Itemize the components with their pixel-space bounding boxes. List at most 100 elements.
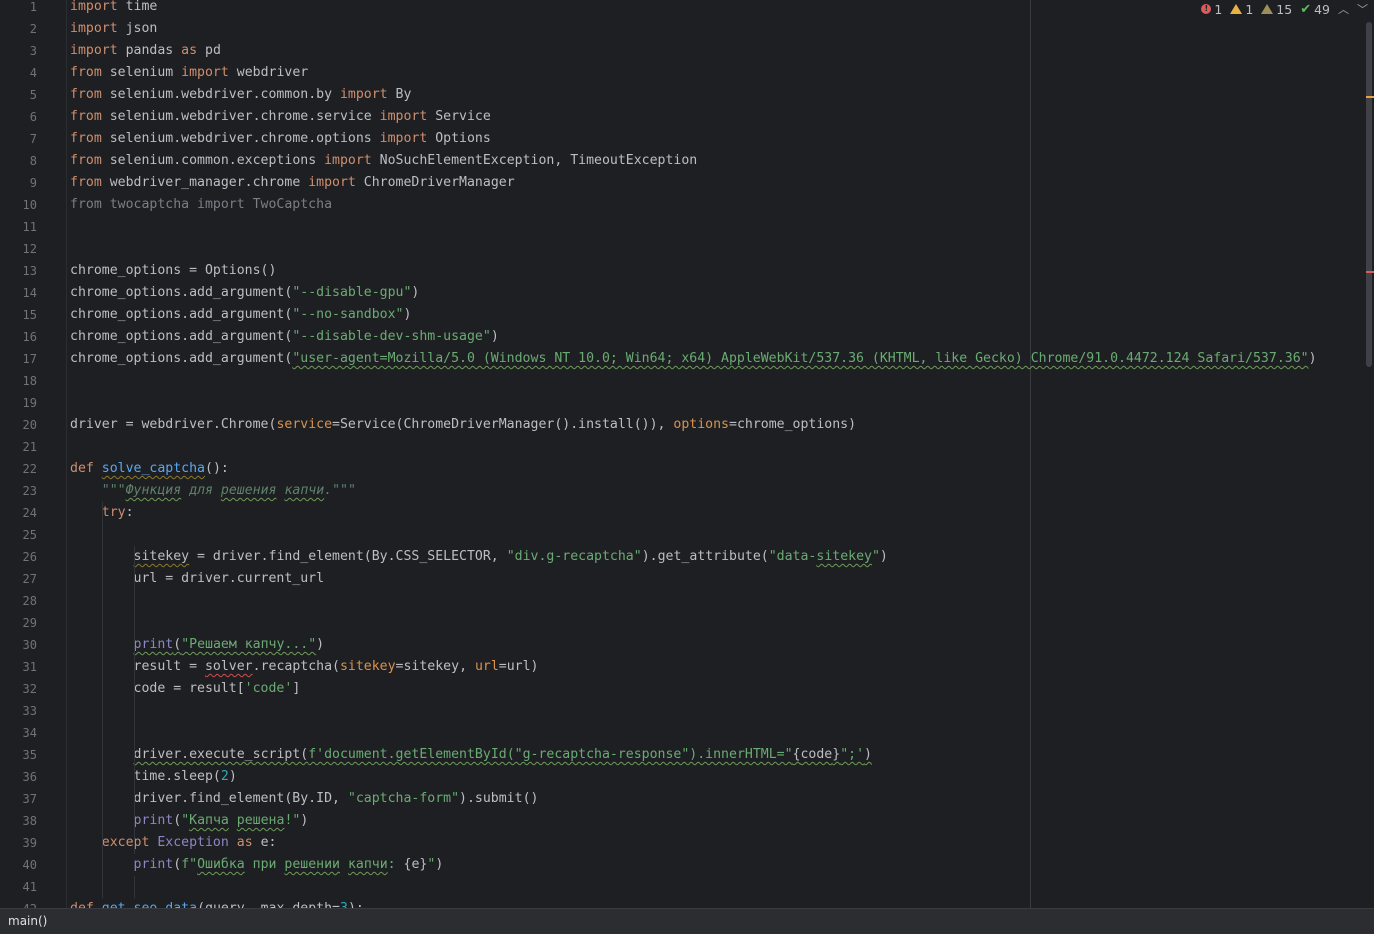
error-count[interactable]: ! 1 — [1201, 2, 1222, 17]
breadcrumb-function[interactable]: main() — [0, 914, 47, 928]
chevron-up-icon[interactable]: ︿ — [1338, 1, 1349, 17]
line-number[interactable]: 4 — [0, 62, 37, 84]
code-line[interactable]: from selenium.common.exceptions import N… — [70, 150, 697, 172]
code-line[interactable]: chrome_options = Options() — [70, 260, 276, 282]
line-number[interactable]: 19 — [0, 392, 37, 414]
line-number[interactable]: 34 — [0, 722, 37, 744]
line-number[interactable]: 3 — [0, 40, 37, 62]
code-editor[interactable]: 1 2 3 4 5 6 7 8 9 10 11 12 13 14 15 16 17 18 19 20 21 22 23 24 2… — [0, 0, 1374, 908]
code-line[interactable]: driver = webdriver.Chrome(service=Servic… — [70, 414, 856, 436]
code-token: Service — [427, 109, 491, 124]
warning-count[interactable]: 1 — [1230, 2, 1253, 17]
code-line[interactable]: from selenium.webdriver.chrome.options i… — [70, 128, 491, 150]
code-token: при — [244, 857, 285, 872]
code-line[interactable]: from selenium.webdriver.chrome.service i… — [70, 106, 491, 128]
code-token: ).submit() — [459, 791, 539, 806]
line-number[interactable]: 2 — [0, 18, 37, 40]
vertical-scrollbar[interactable] — [1366, 22, 1372, 367]
code-token: import — [308, 175, 356, 190]
code-line[interactable]: sitekey = driver.find_element(By.CSS_SEL… — [70, 546, 888, 568]
line-number[interactable]: 32 — [0, 678, 37, 700]
code-line[interactable]: import json — [70, 18, 157, 40]
line-number[interactable]: 35 — [0, 744, 37, 766]
line-number[interactable]: 10 — [0, 194, 37, 216]
code-line[interactable]: chrome_options.add_argument("user-agent=… — [70, 348, 1317, 370]
line-number[interactable]: 7 — [0, 128, 37, 150]
code-line[interactable]: from twocaptcha import TwoCaptcha — [70, 194, 332, 216]
line-number[interactable]: 23 — [0, 480, 37, 502]
code-line[interactable]: import pandas as pd — [70, 40, 221, 62]
line-number[interactable]: 31 — [0, 656, 37, 678]
line-number[interactable]: 8 — [0, 150, 37, 172]
line-number[interactable]: 24 — [0, 502, 37, 524]
line-number[interactable]: 9 — [0, 172, 37, 194]
code-line[interactable]: print(f"Ошибка при решении капчи: {e}") — [70, 854, 444, 876]
line-number[interactable]: 18 — [0, 370, 37, 392]
code-token: ( — [173, 857, 182, 872]
inspection-widget[interactable]: ! 1 1 15 ✔ 49 ︿ ﹀ — [1201, 0, 1368, 18]
line-number[interactable]: 12 — [0, 238, 37, 260]
line-number[interactable]: 16 — [0, 326, 37, 348]
line-number[interactable]: 17 — [0, 348, 37, 370]
code-token: options — [673, 417, 729, 432]
chevron-down-icon[interactable]: ﹀ — [1357, 1, 1368, 17]
code-line[interactable]: code = result['code'] — [70, 678, 301, 700]
code-line[interactable]: driver.find_element(By.ID, "captcha-form… — [70, 788, 539, 810]
code-line[interactable]: import time — [70, 0, 157, 18]
line-number[interactable]: 28 — [0, 590, 37, 612]
line-number[interactable]: 42 — [0, 898, 37, 908]
code-token: import — [70, 0, 118, 14]
error-marker[interactable] — [1366, 271, 1374, 273]
code-line[interactable]: driver.execute_script(f'document.getElem… — [70, 744, 872, 766]
line-number[interactable]: 39 — [0, 832, 37, 854]
line-number[interactable]: 40 — [0, 854, 37, 876]
code-token: Exception — [157, 835, 229, 850]
code-line[interactable]: from webdriver_manager.chrome import Chr… — [70, 172, 515, 194]
code-line[interactable]: chrome_options.add_argument("--disable-d… — [70, 326, 499, 348]
line-number[interactable]: 13 — [0, 260, 37, 282]
warning-marker[interactable] — [1366, 96, 1374, 98]
code-line[interactable]: print("Решаем капчу...") — [70, 634, 325, 656]
line-number[interactable]: 15 — [0, 304, 37, 326]
code-line[interactable]: except Exception as e: — [70, 832, 277, 854]
code-line[interactable]: url = driver.current_url — [70, 568, 325, 590]
warning-count-label: 1 — [1245, 1, 1254, 17]
code-line[interactable]: def solve_captcha(): — [70, 458, 229, 480]
line-number-gutter[interactable]: 1 2 3 4 5 6 7 8 9 10 11 12 13 14 15 16 17 18 19 20 21 22 23 24 2… — [0, 0, 60, 908]
line-number[interactable]: 41 — [0, 876, 37, 898]
line-number[interactable]: 36 — [0, 766, 37, 788]
line-number[interactable]: 37 — [0, 788, 37, 810]
line-number[interactable]: 6 — [0, 106, 37, 128]
code-line[interactable]: from selenium.webdriver.common.by import… — [70, 84, 411, 106]
code-token: selenium — [101, 65, 182, 80]
code-line[interactable]: chrome_options.add_argument("--no-sandbo… — [70, 304, 411, 326]
typo-count[interactable]: ✔ 49 — [1300, 2, 1330, 17]
line-number[interactable]: 11 — [0, 216, 37, 238]
code-line[interactable]: """Функция для решения капчи.""" — [70, 480, 356, 502]
weak-warning-count[interactable]: 15 — [1261, 2, 1292, 17]
code-line[interactable]: time.sleep(2) — [70, 766, 237, 788]
code-token: as — [181, 43, 198, 58]
line-number[interactable]: 33 — [0, 700, 37, 722]
line-number[interactable]: 5 — [0, 84, 37, 106]
line-number[interactable]: 38 — [0, 810, 37, 832]
code-line[interactable]: print("Капча решена!") — [70, 810, 309, 832]
code-line[interactable]: chrome_options.add_argument("--disable-g… — [70, 282, 419, 304]
line-number[interactable]: 29 — [0, 612, 37, 634]
typo-count-label: 49 — [1314, 1, 1330, 17]
line-number[interactable]: 21 — [0, 436, 37, 458]
line-number[interactable]: 14 — [0, 282, 37, 304]
code-line[interactable]: from selenium import webdriver — [70, 62, 308, 84]
line-number[interactable]: 30 — [0, 634, 37, 656]
line-number[interactable]: 1 — [0, 0, 37, 18]
line-number[interactable]: 27 — [0, 568, 37, 590]
code-line[interactable]: def get_seo_data(query, max_depth=3): — [70, 898, 364, 908]
code-token: Ошибка — [197, 857, 245, 872]
line-number[interactable]: 26 — [0, 546, 37, 568]
line-number[interactable]: 20 — [0, 414, 37, 436]
code-line[interactable]: result = solver.recaptcha(sitekey=siteke… — [70, 656, 539, 678]
line-number[interactable]: 25 — [0, 524, 37, 546]
line-number[interactable]: 22 — [0, 458, 37, 480]
code-token: chrome_options.add_argument( — [70, 285, 293, 300]
code-token: from — [70, 153, 102, 168]
